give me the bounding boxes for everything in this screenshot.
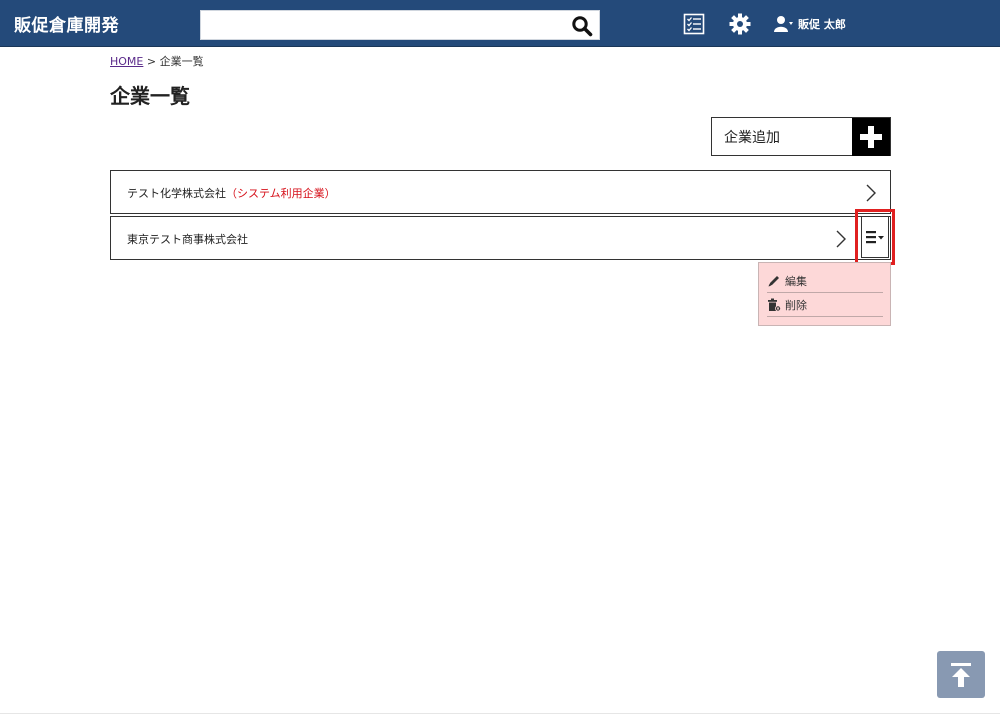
row-action-menu: 編集 削除 bbox=[758, 262, 891, 326]
breadcrumb: HOME > 企業一覧 bbox=[110, 53, 204, 69]
pencil-icon bbox=[768, 275, 779, 286]
company-row[interactable]: 東京テスト商事株式会社 bbox=[110, 216, 891, 260]
menu-caret-icon bbox=[866, 231, 884, 244]
breadcrumb-current: 企業一覧 bbox=[159, 55, 204, 68]
breadcrumb-home-link[interactable]: HOME bbox=[110, 55, 143, 68]
app-header: 販促倉庫開発 販促 太郎 bbox=[0, 0, 1000, 47]
add-company-label: 企業追加 bbox=[724, 129, 780, 146]
company-note: （システム利用企業） bbox=[226, 187, 336, 200]
arrow-up-to-top-icon bbox=[951, 662, 971, 687]
plus-icon bbox=[852, 117, 890, 156]
search-input[interactable] bbox=[201, 11, 561, 39]
company-row[interactable]: テスト化学株式会社（システム利用企業） bbox=[110, 170, 891, 214]
row-menu-highlight bbox=[855, 209, 895, 265]
search-icon[interactable] bbox=[571, 15, 593, 37]
user-name: 販促 太郎 bbox=[798, 18, 846, 31]
company-name: 東京テスト商事株式会社 bbox=[127, 233, 248, 246]
menu-item-delete[interactable]: 削除 bbox=[767, 293, 883, 317]
menu-item-label: 削除 bbox=[785, 298, 807, 312]
page-title: 企業一覧 bbox=[110, 84, 190, 108]
checklist-icon[interactable] bbox=[682, 12, 706, 36]
menu-item-label: 編集 bbox=[785, 274, 807, 288]
breadcrumb-separator: > bbox=[146, 55, 157, 68]
user-icon bbox=[774, 16, 793, 32]
chevron-right-icon[interactable] bbox=[864, 182, 878, 204]
add-company-button[interactable]: 企業追加 bbox=[711, 117, 891, 156]
search-box bbox=[200, 10, 600, 40]
user-menu[interactable]: 販促 太郎 bbox=[774, 12, 846, 36]
app-title[interactable]: 販促倉庫開発 bbox=[14, 11, 119, 36]
company-name: テスト化学株式会社 bbox=[127, 187, 226, 200]
menu-item-edit[interactable]: 編集 bbox=[767, 269, 883, 293]
chevron-right-icon[interactable] bbox=[834, 228, 848, 250]
scroll-to-top-button[interactable] bbox=[937, 651, 985, 698]
row-menu-button[interactable] bbox=[861, 216, 889, 258]
trash-icon bbox=[768, 298, 781, 311]
gear-icon[interactable] bbox=[728, 12, 752, 36]
